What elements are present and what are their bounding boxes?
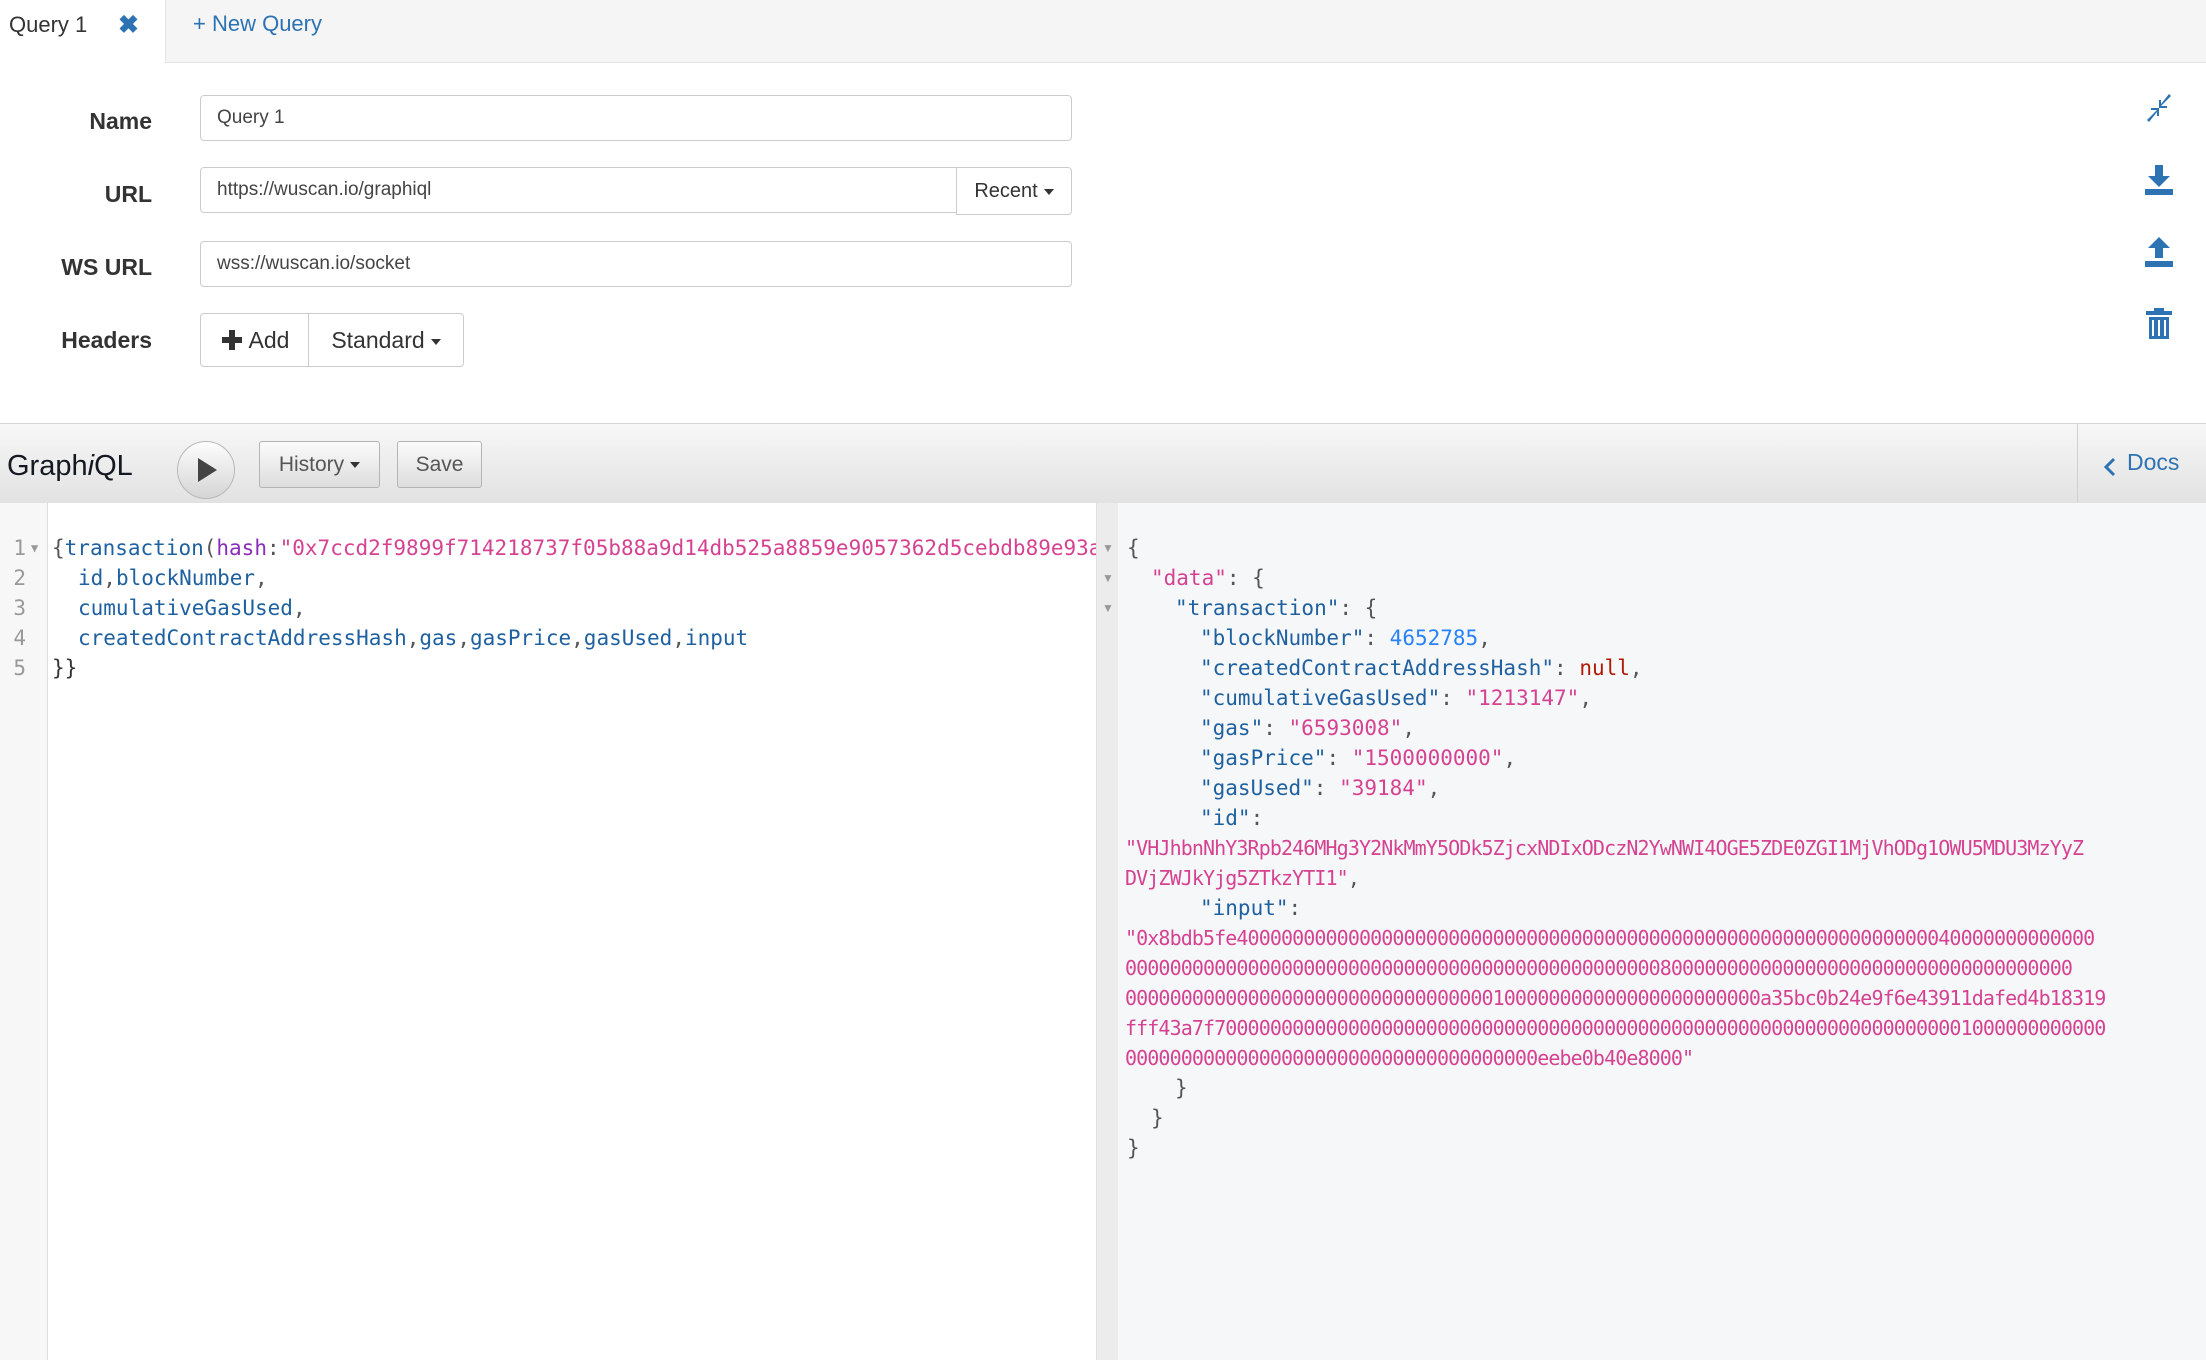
result-viewer: { "data": { "transaction": { "blockNumbe…	[1118, 503, 2206, 1360]
result-line: 0000000000000000000000000000000001000000…	[1125, 986, 2106, 1010]
result-line: "gasPrice": "1500000000",	[1200, 746, 1517, 770]
name-label: Name	[89, 108, 152, 134]
standard-label: Standard	[331, 327, 425, 353]
line-number: 3	[13, 596, 26, 620]
plus-icon	[221, 330, 242, 350]
recent-label: Recent	[974, 180, 1038, 202]
result-line: "input":	[1200, 896, 1302, 920]
line-number: 2	[13, 566, 26, 590]
result-line: "transaction": {	[1175, 596, 1378, 620]
add-label: Add	[248, 327, 290, 353]
chevron-down-icon	[1043, 188, 1054, 195]
fold-arrow-icon[interactable]: ▼	[1102, 571, 1114, 585]
line-number: 1	[13, 536, 26, 560]
add-header-button[interactable]: Add	[200, 313, 310, 367]
ws-url-input[interactable]: wss://wuscan.io/socket	[200, 241, 1072, 287]
compress-icon[interactable]	[2141, 90, 2177, 126]
query-line-3: cumulativeGasUsed,	[78, 596, 306, 620]
result-line: "0x8bdb5fe400000000000000000000000000000…	[1125, 926, 2095, 950]
result-line: }	[1175, 1076, 1188, 1100]
name-input[interactable]: Query 1	[200, 95, 1072, 141]
docs-label: Docs	[2127, 449, 2180, 475]
chevron-down-icon	[350, 462, 361, 469]
standard-headers-dropdown[interactable]: Standard	[308, 313, 464, 367]
headers-label: Headers	[61, 327, 152, 353]
graphiql-logo: GraphiQL	[7, 450, 133, 482]
result-line: "VHJhbnNhY3Rpb246MHg3Y2NkMmY5ODk5ZjcxNDI…	[1125, 836, 2084, 860]
play-icon	[198, 458, 217, 482]
line-number-gutter: 1 ▼ 2 3 4 5	[0, 503, 48, 1360]
result-line: }	[1127, 1136, 1140, 1160]
recent-dropdown[interactable]: Recent	[956, 167, 1072, 215]
query-line-5: }}	[52, 656, 78, 680]
result-line: {	[1127, 536, 1140, 560]
chevron-down-icon	[430, 338, 441, 345]
result-line: "createdContractAddressHash": null,	[1200, 656, 1643, 680]
history-button[interactable]: History	[259, 441, 380, 488]
fold-arrow-icon[interactable]: ▼	[31, 541, 38, 555]
fold-arrow-icon[interactable]: ▼	[1102, 601, 1114, 615]
download-icon[interactable]	[2141, 162, 2177, 198]
tab-bar: Query 1 ✖ + New Query	[0, 0, 2206, 63]
result-line: "cumulativeGasUsed": "1213147",	[1200, 686, 1592, 710]
upload-icon[interactable]	[2141, 234, 2177, 270]
result-line: 0000000000000000000000000000000000000eeb…	[1125, 1046, 1694, 1070]
tab-query-1[interactable]: Query 1 ✖	[0, 0, 166, 63]
result-line: fff43a7f70000000000000000000000000000000…	[1125, 1016, 2106, 1040]
query-line-1: {transaction(hash:"0x7ccd2f9899f71421873…	[52, 536, 1096, 560]
tab-label: Query 1	[9, 12, 88, 37]
fold-arrow-icon[interactable]: ▼	[1102, 541, 1114, 555]
ws-url-label: WS URL	[61, 254, 152, 280]
result-line: "gasUsed": "39184",	[1200, 776, 1441, 800]
query-editor[interactable]: {transaction(hash:"0x7ccd2f9899f71421873…	[48, 503, 1096, 1360]
query-line-4: createdContractAddressHash,gas,gasPrice,…	[78, 626, 749, 650]
result-line: "gas": "6593008",	[1200, 716, 1415, 740]
result-line: }	[1151, 1106, 1164, 1130]
url-input[interactable]: https://wuscan.io/graphiql	[200, 167, 958, 213]
chevron-left-icon	[2103, 457, 2116, 477]
docs-button[interactable]: Docs	[2077, 424, 2206, 503]
result-line: "blockNumber": 4652785,	[1200, 626, 1491, 650]
line-number: 5	[13, 656, 26, 680]
result-line: DVjZWJkYjg5ZTkzYTI1",	[1125, 866, 1360, 890]
result-line: "data": {	[1151, 566, 1265, 590]
history-label: History	[278, 453, 345, 476]
save-button[interactable]: Save	[397, 441, 482, 488]
graphiql-toolbar: GraphiQL History Save Docs	[0, 423, 2206, 504]
new-query-link[interactable]: + New Query	[193, 11, 322, 37]
result-line: 0000000000000000000000000000000000000000…	[1125, 956, 2073, 980]
editor-resize-handle[interactable]: ▼ ▼ ▼	[1096, 503, 1119, 1360]
line-number: 4	[13, 626, 26, 650]
close-icon[interactable]: ✖	[118, 10, 139, 40]
query-line-2: id,blockNumber,	[78, 566, 268, 590]
url-label: URL	[104, 181, 152, 207]
result-line: "id":	[1200, 806, 1264, 830]
trash-icon[interactable]	[2141, 306, 2177, 342]
execute-button[interactable]	[177, 441, 235, 499]
